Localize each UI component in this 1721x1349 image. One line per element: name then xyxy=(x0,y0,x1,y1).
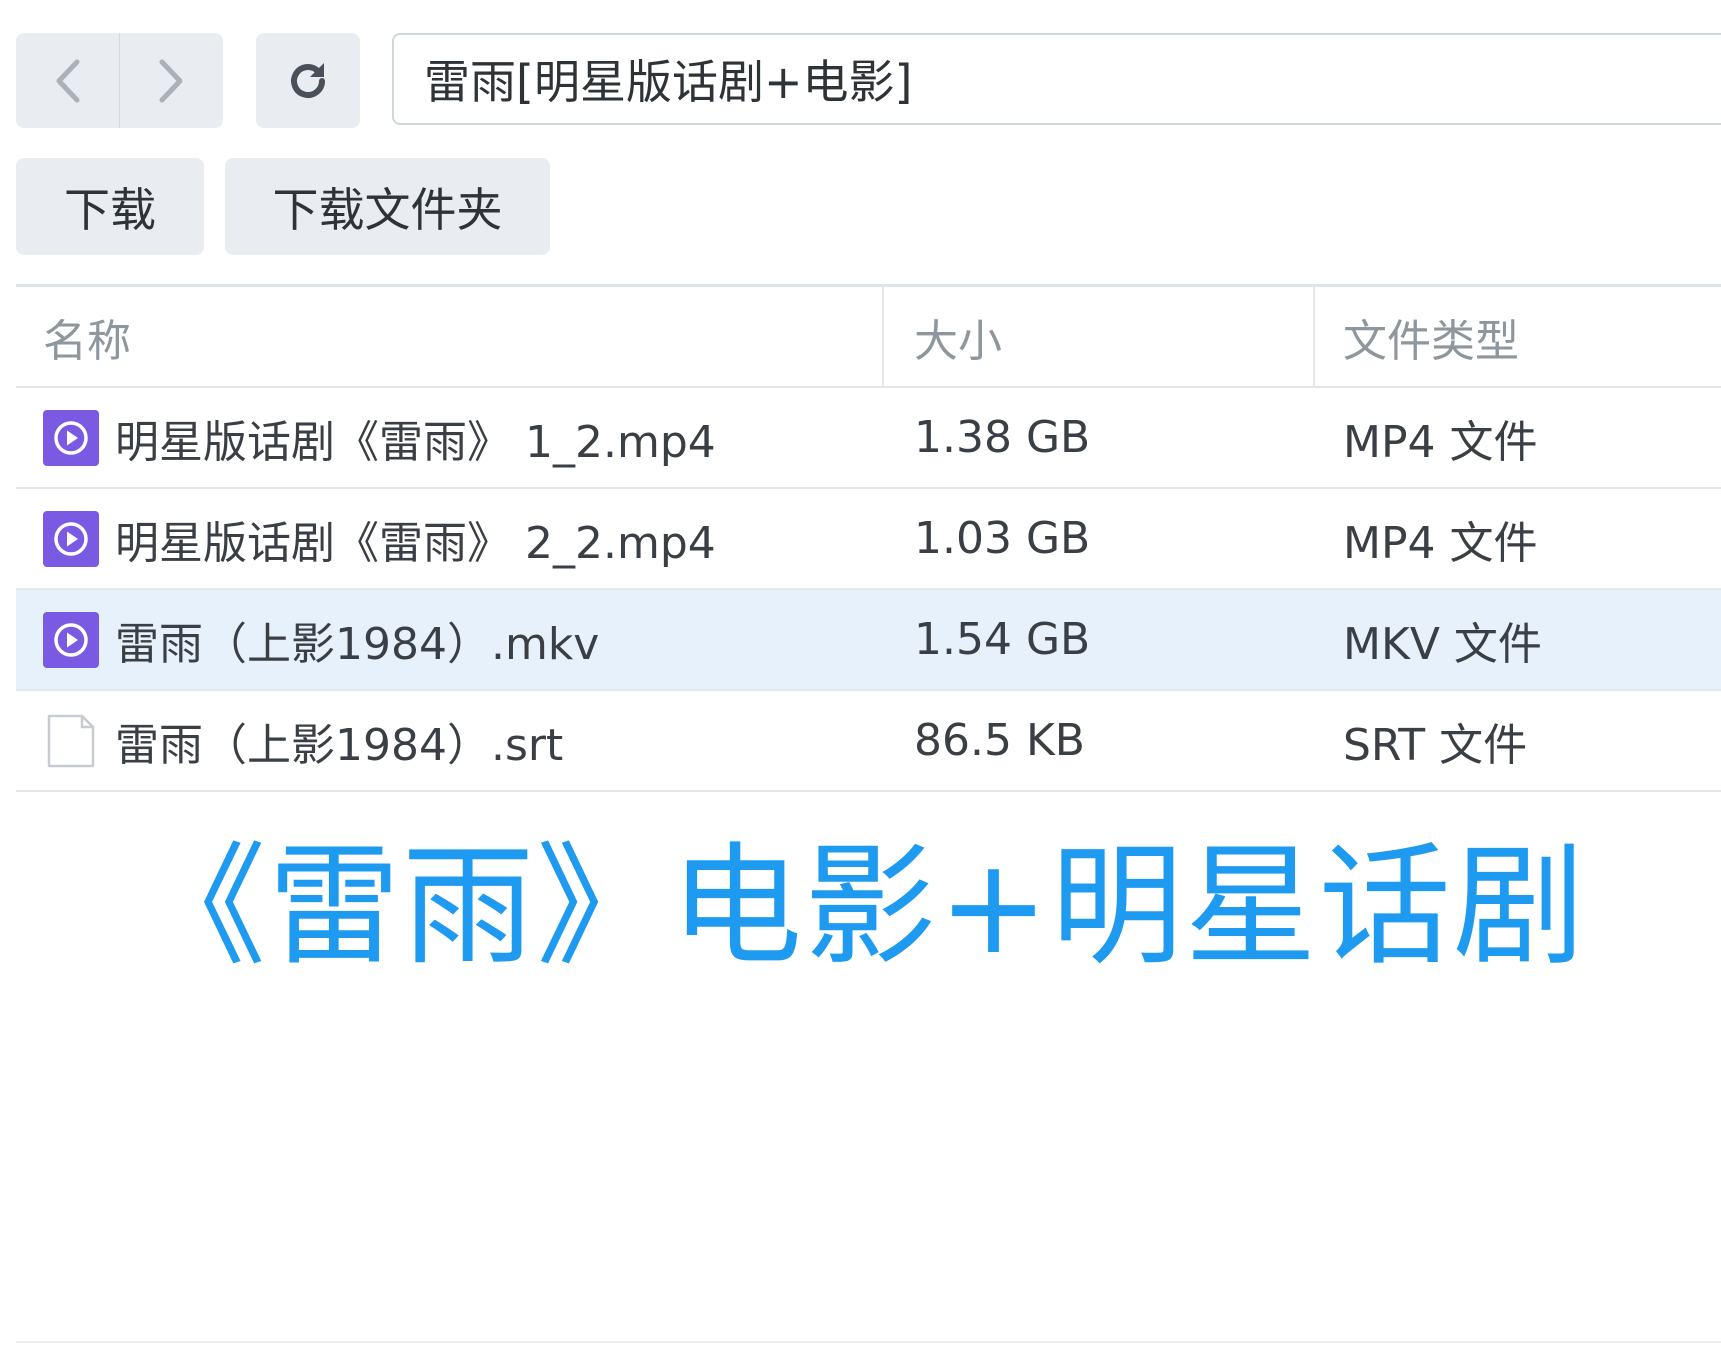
table-row-selected[interactable]: 雷雨（上影1984）.mkv 1.54 GB MKV 文件 xyxy=(16,590,1721,691)
bottom-divider xyxy=(16,1341,1721,1343)
file-browser-page: 雷雨[明星版话剧+电影] 下载 下载文件夹 名称 大小 文件类型 明星版话剧《雷… xyxy=(0,0,1721,1349)
file-name: 雷雨（上影1984）.srt xyxy=(115,719,564,771)
refresh-icon xyxy=(291,62,325,98)
file-type: MKV 文件 xyxy=(1343,618,1542,670)
video-file-icon xyxy=(43,409,99,466)
file-name-cell: 明星版话剧《雷雨》 1_2.mp4 xyxy=(43,388,716,487)
file-name: 明星版话剧《雷雨》 1_2.mp4 xyxy=(115,416,716,468)
file-size: 1.03 GB xyxy=(914,513,1091,564)
file-table: 名称 大小 文件类型 明星版话剧《雷雨》 1_2.mp4 1.38 GB MP4… xyxy=(16,284,1721,792)
file-name-cell: 明星版话剧《雷雨》 2_2.mp4 xyxy=(43,489,716,588)
address-bar[interactable]: 雷雨[明星版话剧+电影] xyxy=(392,33,1721,125)
column-header-name[interactable]: 名称 xyxy=(43,287,131,386)
file-type: MP4 文件 xyxy=(1343,517,1538,569)
file-type: SRT 文件 xyxy=(1343,719,1528,771)
title-banner: 《雷雨》电影+明星话剧 xyxy=(134,829,1587,984)
file-size: 86.5 KB xyxy=(914,715,1085,766)
file-name-cell: 雷雨（上影1984）.srt xyxy=(43,691,563,790)
table-row[interactable]: 雷雨（上影1984）.srt 86.5 KB SRT 文件 xyxy=(16,691,1721,792)
document-file-icon xyxy=(46,713,96,769)
download-button-label: 下载 xyxy=(64,182,156,237)
column-separator[interactable] xyxy=(1313,287,1315,386)
table-header-row: 名称 大小 文件类型 xyxy=(16,287,1721,388)
file-type: MP4 文件 xyxy=(1343,416,1538,468)
file-name: 雷雨（上影1984）.mkv xyxy=(115,618,600,670)
table-row[interactable]: 明星版话剧《雷雨》 2_2.mp4 1.03 GB MP4 文件 xyxy=(16,489,1721,590)
chevron-left-icon xyxy=(56,59,80,102)
address-path: 雷雨[明星版话剧+电影] xyxy=(424,55,913,109)
video-file-icon xyxy=(43,611,99,668)
forward-button[interactable] xyxy=(120,33,223,128)
download-button[interactable]: 下载 xyxy=(16,158,204,255)
chevron-right-icon xyxy=(159,59,183,102)
back-button[interactable] xyxy=(16,33,119,128)
video-file-icon xyxy=(43,510,99,567)
file-name: 明星版话剧《雷雨》 2_2.mp4 xyxy=(115,517,716,569)
column-header-size[interactable]: 大小 xyxy=(914,287,1002,386)
history-nav-group xyxy=(16,33,223,128)
download-folder-button[interactable]: 下载文件夹 xyxy=(225,158,550,255)
file-name-cell: 雷雨（上影1984）.mkv xyxy=(43,590,599,689)
column-header-type[interactable]: 文件类型 xyxy=(1343,287,1519,386)
column-separator[interactable] xyxy=(882,287,884,386)
file-size: 1.54 GB xyxy=(914,614,1091,665)
download-folder-button-label: 下载文件夹 xyxy=(272,182,503,237)
file-size: 1.38 GB xyxy=(914,412,1091,463)
table-row[interactable]: 明星版话剧《雷雨》 1_2.mp4 1.38 GB MP4 文件 xyxy=(16,388,1721,489)
refresh-button[interactable] xyxy=(256,33,360,128)
